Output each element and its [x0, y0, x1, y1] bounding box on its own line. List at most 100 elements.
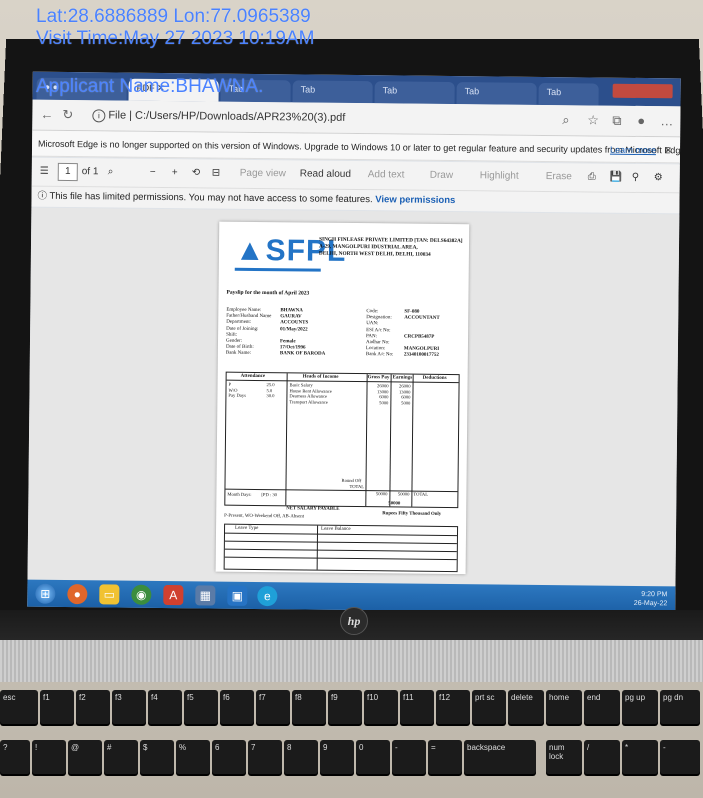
page-view-button[interactable]: Page view — [240, 168, 286, 179]
calculator-icon[interactable]: ▦ — [195, 585, 216, 606]
url-text: C:/Users/HP/Downloads/APR23%20(3).pdf — [135, 109, 346, 124]
view-permissions-link[interactable]: View permissions — [375, 194, 455, 206]
month-days-label: Month Days: — [227, 491, 252, 497]
laptop-screen: ● ● PDF ✕ Tab Tab Tab Tab Tab ← ↻ i File … — [27, 71, 681, 614]
collections-icon[interactable]: ⧉ — [612, 113, 621, 129]
net-salary-label: NET SALARY PAYABLE — [286, 506, 340, 512]
key[interactable]: 8 — [284, 740, 318, 774]
key[interactable]: $ — [140, 740, 174, 774]
page-number-input[interactable]: 1 — [57, 162, 78, 182]
key[interactable]: % — [176, 740, 210, 774]
tab[interactable]: Tab — [374, 81, 455, 105]
field-label: Bank A/c No: — [365, 352, 394, 358]
start-icon[interactable]: ⊞ — [35, 583, 56, 604]
gross-values: 26000 13000 6000 5000 — [367, 383, 389, 406]
key[interactable]: 6 — [212, 740, 246, 774]
table-cell: Pay Days — [228, 392, 246, 399]
table-rule — [224, 532, 457, 537]
settings-icon[interactable]: ⚙ — [654, 172, 663, 183]
key[interactable]: 7 — [248, 740, 282, 774]
key[interactable]: f5 — [184, 690, 218, 724]
print-icon[interactable]: ⎙ — [588, 171, 596, 182]
header-gross: Gross Pay — [367, 375, 390, 381]
highlight-button[interactable]: Highlight — [480, 170, 519, 181]
tab[interactable]: Tab — [538, 82, 599, 106]
key[interactable]: f4 — [148, 690, 182, 724]
erase-button[interactable]: Erase — [546, 171, 572, 182]
field-value: ACCOUNTANT — [404, 315, 440, 322]
tab[interactable]: Tab — [456, 82, 537, 105]
attendance-values: 25.0 5.0 30.0 — [266, 382, 274, 399]
key[interactable]: f10 — [364, 690, 398, 724]
key[interactable]: 0 — [356, 740, 390, 774]
key[interactable]: @ — [68, 740, 102, 774]
key[interactable]: f7 — [256, 690, 290, 724]
window-controls[interactable] — [612, 83, 673, 99]
key[interactable]: prt sc — [472, 690, 506, 724]
table-cell: 30.0 — [266, 393, 275, 399]
edge-icon[interactable]: e — [257, 586, 278, 607]
key[interactable]: ! — [32, 740, 66, 774]
key[interactable]: delete — [508, 690, 544, 724]
zoom-out-button[interactable]: − — [150, 167, 156, 178]
employee-right-values: SF-080 ACCOUNTANT CRCPB5487P MANGOLPURI … — [404, 310, 441, 360]
chrome-icon[interactable]: ◉ — [131, 584, 152, 605]
key[interactable]: f1 — [40, 690, 74, 724]
pin-icon[interactable]: ⚲ — [632, 172, 639, 183]
image-viewer-icon[interactable]: ▣ — [227, 585, 248, 606]
system-tray[interactable]: 9:20 PM 26-May-22 — [634, 590, 668, 608]
close-icon[interactable]: ✕ — [664, 137, 672, 163]
rotate-icon[interactable]: ⟲ — [192, 167, 201, 178]
save-icon[interactable]: 💾 — [610, 172, 623, 183]
earnings-values: 26000 13000 6000 5000 — [391, 383, 411, 406]
fit-page-icon[interactable]: ⊟ — [212, 168, 221, 179]
attendance-labels: P W/O Pay Days — [228, 382, 246, 399]
key[interactable]: ? — [0, 740, 30, 774]
explorer-icon[interactable]: ▭ — [99, 584, 120, 605]
key[interactable]: * — [622, 740, 658, 774]
key[interactable]: f9 — [328, 690, 362, 724]
key[interactable]: - — [392, 740, 426, 774]
search-icon[interactable]: ⌕ — [108, 166, 114, 177]
key[interactable]: # — [104, 740, 138, 774]
more-icon[interactable]: … — [660, 113, 673, 128]
key[interactable]: num lock — [546, 740, 582, 774]
key[interactable]: f3 — [112, 690, 146, 724]
table-rule — [224, 540, 457, 545]
net-salary-value: 50000 — [388, 501, 401, 507]
key[interactable]: backspace — [464, 740, 536, 774]
key[interactable]: f8 — [292, 690, 326, 724]
field-value: 23340100017752 — [403, 352, 439, 359]
key[interactable]: f11 — [400, 690, 434, 724]
profile-icon[interactable]: ● — [637, 113, 645, 128]
key[interactable]: 9 — [320, 740, 354, 774]
total-label: TOTAL — [349, 483, 365, 490]
url-scheme-label: File — [108, 109, 127, 122]
read-aloud-button[interactable]: Read aloud — [300, 168, 351, 180]
key[interactable]: f12 — [436, 690, 470, 724]
key[interactable]: end — [584, 690, 620, 724]
back-icon[interactable]: ← — [40, 107, 53, 122]
firefox-icon[interactable]: ● — [67, 584, 88, 605]
key[interactable]: f2 — [76, 690, 110, 724]
zoom-in-button[interactable]: + — [172, 167, 178, 178]
reload-icon[interactable]: ↻ — [62, 107, 73, 123]
learn-more-link[interactable]: Learn more — [610, 137, 656, 163]
visit-time-text: Visit Time:May 27 2023 10:19AM — [36, 28, 315, 49]
header-income: Heads of Income — [302, 374, 339, 380]
favorite-icon[interactable]: ☆ — [587, 112, 599, 128]
zoom-icon[interactable]: ⌕ — [562, 112, 569, 128]
key[interactable]: / — [584, 740, 620, 774]
key[interactable]: esc — [0, 690, 38, 724]
key[interactable]: pg dn — [660, 690, 700, 724]
key[interactable]: = — [428, 740, 462, 774]
draw-button[interactable]: Draw — [430, 170, 453, 181]
key[interactable]: - — [660, 740, 700, 774]
key[interactable]: pg up — [622, 690, 658, 724]
add-text-button[interactable]: Add text — [368, 169, 405, 180]
contents-icon[interactable]: ☰ — [40, 166, 49, 177]
key[interactable]: f6 — [220, 690, 254, 724]
url-field[interactable]: i File | C:/Users/HP/Downloads/APR23%20(3… — [92, 105, 562, 130]
key[interactable]: home — [546, 690, 582, 724]
acrobat-icon[interactable]: A — [163, 585, 184, 606]
